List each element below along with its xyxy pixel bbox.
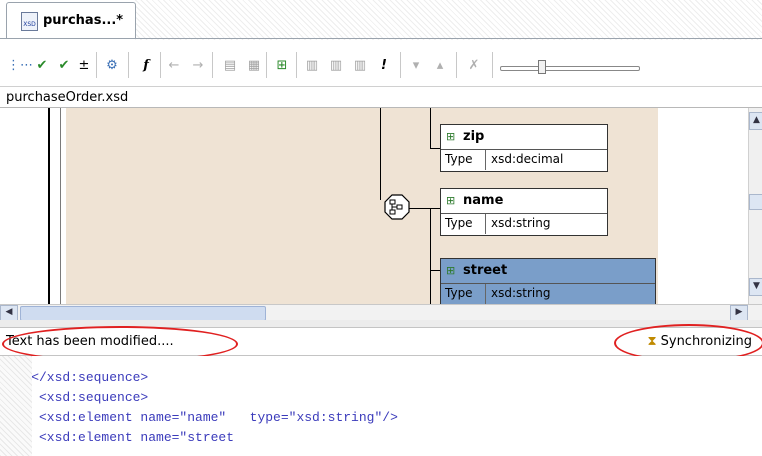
element-node-street[interactable]: ⊞ street Type xsd:string — [440, 258, 656, 304]
connector-line — [430, 208, 431, 304]
element-header: ⊞ street — [441, 259, 655, 284]
code-line: <xsd:element name="name" type="xsd:strin… — [0, 410, 398, 425]
toolbar-separator — [96, 52, 97, 78]
function-icon[interactable]: f — [136, 54, 156, 76]
zoom-slider-thumb[interactable] — [538, 60, 546, 74]
type-row: Type xsd:decimal — [441, 150, 607, 170]
scrollbar-thumb[interactable] — [749, 194, 762, 210]
code-text[interactable]: </xsd:sequence> <xsd:sequence> <xsd:elem… — [0, 368, 398, 448]
type-label: Type — [445, 152, 473, 166]
layout-icon[interactable]: ▥ — [302, 54, 322, 76]
element-name: zip — [463, 129, 485, 144]
toolbar-separator — [128, 52, 129, 78]
tab-strip-background — [135, 0, 762, 40]
type-row: Type xsd:string — [441, 284, 655, 304]
forward-icon[interactable]: → — [188, 54, 208, 76]
tab-label: purchas...* — [43, 13, 124, 28]
type-label: Type — [445, 286, 473, 300]
element-header: ⊞ zip — [441, 125, 607, 150]
element-icon: ⊞ — [446, 264, 456, 277]
settings-icon[interactable]: ⚙ — [102, 54, 122, 76]
toolbar-separator — [296, 52, 297, 78]
element-node-name[interactable]: ⊞ name Type xsd:string — [440, 188, 608, 236]
expand-tree-icon[interactable]: ⋮⋯ — [7, 54, 33, 76]
connector-line — [408, 208, 440, 209]
layout-alt-icon[interactable]: ▥ — [326, 54, 346, 76]
scroll-up-icon[interactable]: ▲ — [749, 112, 762, 130]
code-line: <xsd:sequence> — [0, 390, 149, 405]
scroll-down-icon[interactable]: ▼ — [749, 278, 762, 296]
file-label: purchaseOrder.xsd — [6, 90, 129, 105]
code-line: <xsd:element name="street — [0, 430, 235, 445]
connector-line — [380, 108, 381, 200]
type-row: Type xsd:string — [441, 214, 607, 234]
horizontal-scrollbar-thumb[interactable] — [20, 306, 266, 321]
back-icon[interactable]: ← — [164, 54, 184, 76]
cell-divider — [485, 150, 486, 170]
type-value: xsd:decimal — [491, 152, 564, 166]
validate-icon[interactable]: ✔ — [32, 54, 52, 76]
xsd-file-icon: XSD — [21, 12, 38, 31]
delete-icon[interactable]: ✗ — [464, 54, 484, 76]
down-arrow-icon[interactable]: ▾ — [406, 54, 426, 76]
schema-diagram[interactable]: ⊞ zip Type xsd:decimal ⊞ name Type xsd:s… — [0, 108, 748, 304]
toolbar: ⋮⋯ ✔ ✔ ± ⚙ f ← → ▤ ▦ ⊞ ▥ ▥ ▥ ! ▾ ▴ ✗ — [0, 40, 762, 86]
layout-third-icon[interactable]: ▥ — [350, 54, 370, 76]
diagram-horizontal-scrollbar[interactable]: ◀ ▶ — [0, 304, 762, 322]
type-label: Type — [445, 216, 473, 230]
copy-icon[interactable]: ▤ — [220, 54, 240, 76]
code-line: </xsd:sequence> — [0, 370, 149, 385]
editor-tab-purchase-order[interactable]: XSD purchas...* — [6, 2, 136, 38]
connector-line — [430, 148, 440, 149]
paste-icon[interactable]: ▦ — [244, 54, 264, 76]
toolbar-separator — [160, 52, 161, 78]
tree-line — [60, 108, 61, 304]
connector-line — [430, 270, 440, 271]
warning-icon[interactable]: ! — [374, 54, 394, 76]
type-value: xsd:string — [491, 216, 551, 230]
connector-line — [430, 108, 431, 148]
diagram-vertical-scrollbar[interactable]: ▲ ▼ — [748, 108, 762, 304]
toolbar-separator — [400, 52, 401, 78]
element-name: street — [463, 263, 508, 278]
download-icon[interactable]: ± — [74, 54, 94, 76]
zoom-slider-track — [500, 66, 640, 71]
source-editor[interactable]: </xsd:sequence> <xsd:sequence> <xsd:elem… — [0, 356, 762, 456]
tree-line — [48, 108, 50, 304]
element-name: name — [463, 193, 504, 208]
toolbar-separator — [456, 52, 457, 78]
toolbar-separator — [266, 52, 267, 78]
file-label-bar: purchaseOrder.xsd — [0, 86, 762, 108]
toolbar-separator — [492, 52, 493, 78]
up-arrow-icon[interactable]: ▴ — [430, 54, 450, 76]
validate-all-icon[interactable]: ✔ — [54, 54, 74, 76]
sync-status-bar: Text has been modified.... ⧗ Synchronizin… — [0, 324, 762, 362]
cell-divider — [485, 284, 486, 304]
sequence-compositor-icon[interactable] — [384, 194, 410, 220]
element-icon: ⊞ — [446, 130, 456, 143]
element-header: ⊞ name — [441, 189, 607, 214]
element-icon: ⊞ — [446, 194, 456, 207]
diagram-canvas: ⊞ zip Type xsd:decimal ⊞ name Type xsd:s… — [66, 108, 658, 304]
toolbar-separator — [212, 52, 213, 78]
generate-icon[interactable]: ⊞ — [272, 54, 292, 76]
tab-divider — [0, 38, 762, 39]
zoom-slider[interactable] — [500, 60, 640, 76]
cell-divider — [485, 214, 486, 234]
type-value: xsd:string — [491, 286, 551, 300]
element-node-zip[interactable]: ⊞ zip Type xsd:decimal — [440, 124, 608, 172]
